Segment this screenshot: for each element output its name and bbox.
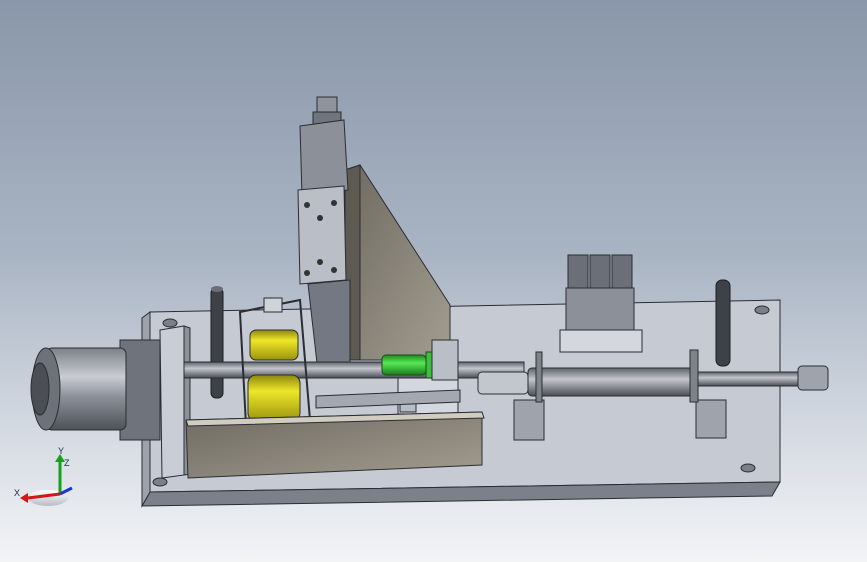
left-handle-lever[interactable] [210,286,224,399]
yellow-roller-upper[interactable] [249,329,299,361]
z-axis-label: Z [64,458,70,468]
y-axis-label: Y [58,446,64,456]
right-handle-lever[interactable] [715,279,731,367]
stepper-motor[interactable] [30,339,161,441]
motor-mount-bracket[interactable] [159,325,191,479]
x-axis-label: X [14,488,20,498]
triangular-gusset[interactable] [344,164,451,361]
z-axis-arrow [59,486,73,496]
coordinate-triad: X Y Z [14,446,73,506]
cad-model-viewport[interactable]: X Y Z [0,0,867,562]
main-shaft[interactable] [183,361,525,379]
yellow-roller-lower[interactable] [247,374,301,422]
solenoid-valve-bank[interactable] [559,254,643,353]
